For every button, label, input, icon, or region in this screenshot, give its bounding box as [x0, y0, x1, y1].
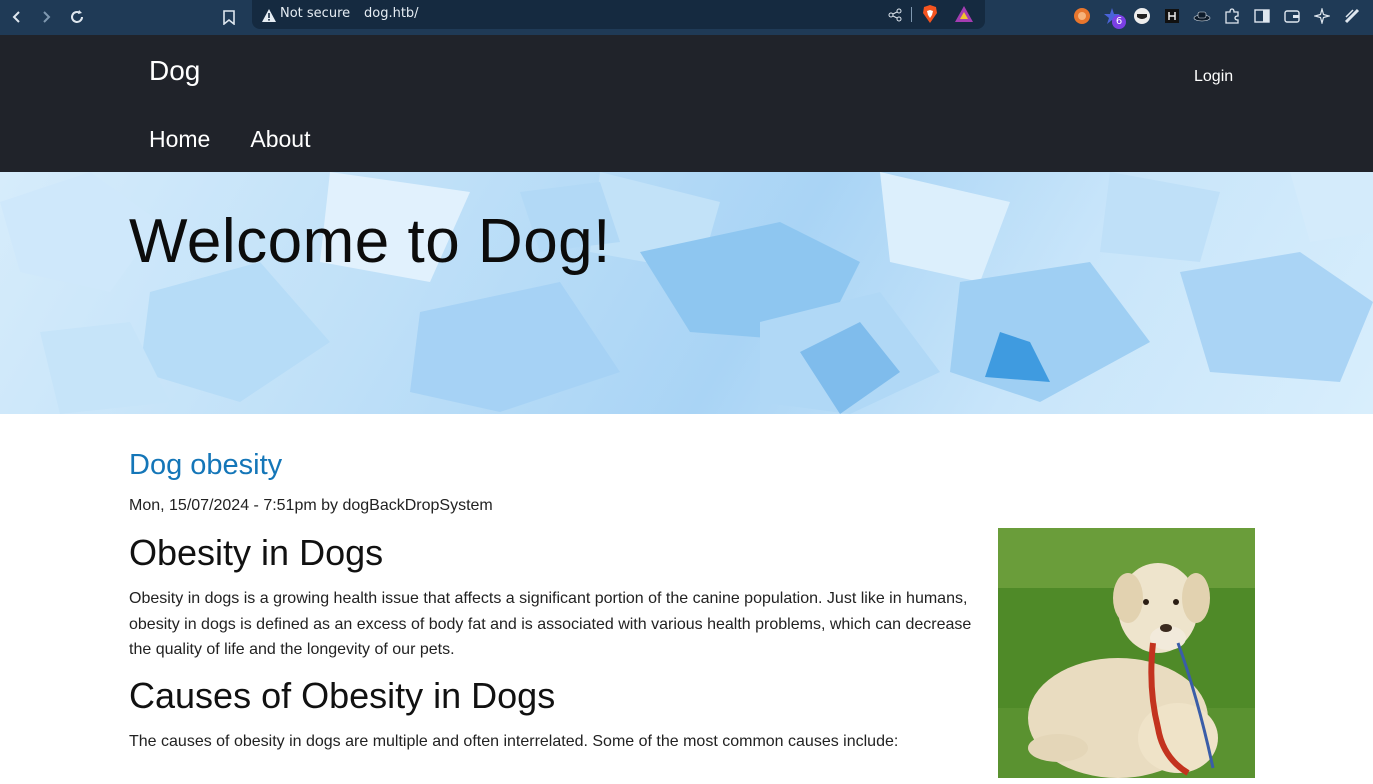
extension-hackbar-icon[interactable]: [1162, 6, 1182, 26]
login-link[interactable]: Login: [1194, 68, 1233, 86]
divider: [911, 7, 912, 22]
back-icon[interactable]: [6, 6, 28, 28]
bookmark-icon[interactable]: [218, 6, 240, 28]
dog-photo: [998, 528, 1255, 778]
site-brand-link[interactable]: Dog: [149, 55, 200, 87]
brave-shields-icon[interactable]: [922, 5, 938, 27]
wallet-icon[interactable]: [1282, 6, 1302, 26]
leo-ai-icon[interactable]: [1312, 6, 1332, 26]
address-bar[interactable]: Not secure dog.htb/: [252, 0, 985, 29]
article-heading-1: Obesity in Dogs: [129, 532, 384, 573]
extension-mask-icon[interactable]: [1132, 6, 1152, 26]
extension-orange-icon[interactable]: [1072, 6, 1092, 26]
article-heading-2: Causes of Obesity in Dogs: [129, 675, 556, 716]
article-meta: Mon, 15/07/2024 - 7:51pm by dogBackDropS…: [129, 497, 493, 514]
browser-toolbar: Not secure dog.htb/ 6: [0, 0, 1373, 35]
extension-hat-icon[interactable]: [1192, 6, 1212, 26]
puzzle-icon[interactable]: [1222, 6, 1242, 26]
url-text[interactable]: dog.htb/: [364, 6, 419, 21]
article-paragraph-1: Obesity in dogs is a growing health issu…: [129, 590, 972, 658]
menu-item-about[interactable]: About: [250, 126, 310, 153]
menu-item-home[interactable]: Home: [149, 126, 210, 153]
sidebar-icon[interactable]: [1252, 6, 1272, 26]
hero-title: Welcome to Dog!: [129, 207, 611, 276]
rewards-icon[interactable]: [955, 6, 973, 26]
site-header: Dog Login Home About: [0, 35, 1373, 172]
article-title-link[interactable]: Dog obesity: [129, 449, 282, 482]
main-menu: Home About: [149, 126, 310, 153]
vpn-icon[interactable]: [1342, 6, 1362, 26]
forward-icon[interactable]: [35, 6, 57, 28]
reload-icon[interactable]: [66, 6, 88, 28]
article-paragraph-2: The causes of obesity in dogs are multip…: [129, 733, 899, 750]
extension-badge: 6: [1112, 15, 1126, 29]
warning-icon: [262, 7, 276, 26]
security-label[interactable]: Not secure: [280, 6, 350, 21]
hero-banner: Welcome to Dog!: [0, 172, 1373, 414]
share-icon[interactable]: [888, 7, 902, 26]
